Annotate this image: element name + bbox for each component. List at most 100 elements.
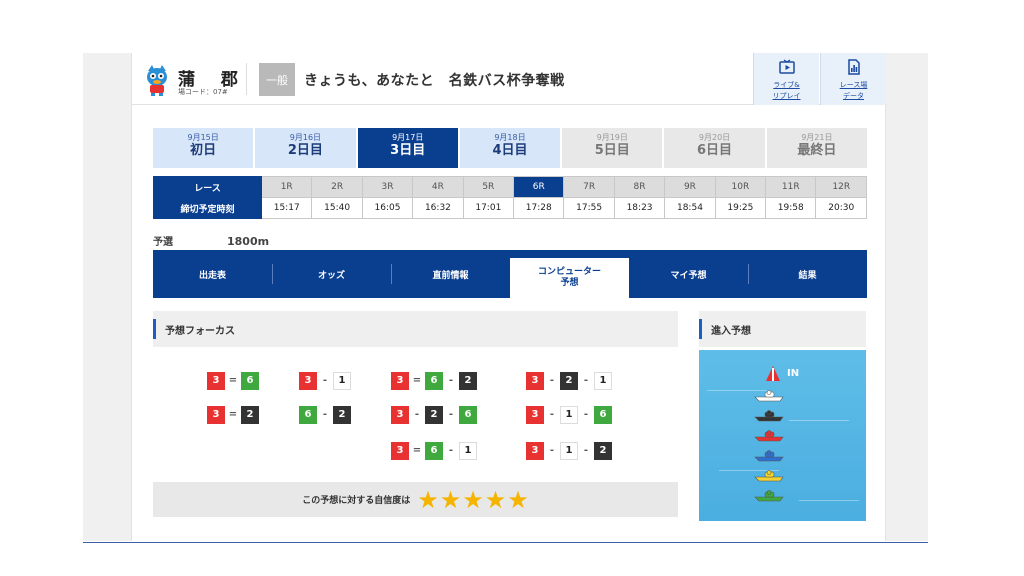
boat-number-badge: 3 bbox=[391, 441, 409, 460]
day-name: 最終日 bbox=[797, 143, 837, 158]
boat-number-badge: 3 bbox=[207, 371, 225, 390]
tab-my-prediction[interactable]: マイ予想 bbox=[629, 250, 748, 298]
order-separator: - bbox=[414, 409, 420, 420]
race-link-8r[interactable]: 8R bbox=[613, 176, 666, 198]
race-link-12r[interactable]: 12R bbox=[815, 176, 867, 198]
order-separator: - bbox=[583, 409, 589, 420]
confidence-stars: ★★★★★ bbox=[416, 488, 529, 512]
focus-combo: 3-2-1 bbox=[526, 371, 612, 390]
day-name: 2日目 bbox=[287, 143, 323, 158]
race-schedule-table: レース 1R 2R 3R 4R 5R 6R 7R 8R 9R 10R 11R 1… bbox=[153, 176, 867, 219]
boat-number-badge: 3 bbox=[299, 371, 317, 390]
screenshot-canvas: 蒲 郡 場コード：07# 一般 きょうも、あなたと 名鉄バス杯争奪戦 ライブ& … bbox=[0, 0, 1024, 576]
boat-1-icon bbox=[754, 390, 784, 402]
race-link-4r[interactable]: 4R bbox=[412, 176, 464, 198]
focus-combo: 3-1-2 bbox=[526, 441, 612, 460]
race-link-7r[interactable]: 7R bbox=[563, 176, 615, 198]
race-link-3r[interactable]: 3R bbox=[361, 176, 414, 198]
day-date: 9月19日 bbox=[596, 133, 628, 142]
focus-section-title: 予想フォーカス bbox=[153, 311, 678, 347]
race-link-2r[interactable]: 2R bbox=[311, 176, 363, 198]
deadline-time: 17:28 bbox=[513, 197, 565, 219]
day-name: 5日目 bbox=[594, 143, 630, 158]
boat-number-badge: 3 bbox=[526, 441, 544, 460]
day-tabs: 9月15日 初日 9月16日 2日目 9月17日 3日目 9月18日 4日目 9月19日… bbox=[153, 128, 867, 168]
confidence-bar: この予想に対する自信度は ★★★★★ bbox=[153, 482, 678, 517]
race-link-9r[interactable]: 9R bbox=[664, 176, 716, 198]
grade-badge: 一般 bbox=[259, 63, 295, 96]
order-separator: - bbox=[549, 445, 555, 456]
wave-line bbox=[789, 420, 849, 421]
focus-combo: 3 = 2 bbox=[207, 405, 259, 424]
boat-number-badge: 3 bbox=[526, 371, 544, 390]
header-divider bbox=[246, 63, 247, 95]
venue-data-button[interactable]: レース場 データ bbox=[820, 53, 886, 105]
deadline-time: 15:17 bbox=[260, 197, 313, 219]
day-tab-2[interactable]: 9月16日 2日目 bbox=[255, 128, 356, 168]
day-tab-4[interactable]: 9月18日 4日目 bbox=[459, 128, 561, 168]
focus-combo: 3-1 bbox=[299, 371, 351, 390]
focus-combo: 3 = 6 bbox=[207, 371, 259, 390]
race-nav-tabs: 出走表 オッズ 直前情報 コンピューター 予想 マイ予想 結果 bbox=[153, 250, 867, 298]
order-separator: - bbox=[448, 375, 454, 386]
race-type: 予選 bbox=[153, 237, 173, 248]
star-icon: ★ bbox=[507, 485, 529, 514]
boat-number-badge: 1 bbox=[560, 405, 578, 424]
deadline-time: 17:55 bbox=[563, 197, 615, 219]
race-link-11r[interactable]: 11R bbox=[765, 176, 817, 198]
live-replay-label-1: ライブ& bbox=[773, 81, 800, 89]
race-number-row: レース 1R 2R 3R 4R 5R 6R 7R 8R 9R 10R 11R 1… bbox=[153, 176, 867, 198]
deadline-time: 16:32 bbox=[412, 197, 464, 219]
tab-odds[interactable]: オッズ bbox=[272, 250, 391, 298]
focus-combo: 6-2 bbox=[299, 405, 351, 424]
boat-number-badge: 6 bbox=[459, 405, 477, 424]
race-distance: 1800m bbox=[227, 235, 270, 248]
day-tab-3[interactable]: 9月17日 3日目 bbox=[357, 128, 458, 168]
tab-label-line-1: コンピューター bbox=[537, 267, 601, 277]
day-name: 初日 bbox=[190, 143, 217, 158]
day-date: 9月20日 bbox=[698, 133, 731, 142]
order-separator: - bbox=[549, 409, 555, 420]
race-panel: 蒲 郡 場コード：07# 一般 きょうも、あなたと 名鉄バス杯争奪戦 ライブ& … bbox=[131, 53, 887, 541]
day-tab-7: 9月21日 最終日 bbox=[766, 128, 867, 168]
deadline-time: 18:54 bbox=[664, 197, 716, 219]
tab-results[interactable]: 結果 bbox=[748, 250, 867, 298]
mascot-icon bbox=[147, 65, 167, 96]
day-date: 9月21日 bbox=[801, 133, 833, 142]
race-header: 蒲 郡 場コード：07# 一般 きょうも、あなたと 名鉄バス杯争奪戦 ライブ& … bbox=[132, 53, 887, 105]
venue-data-label-2: データ bbox=[843, 92, 864, 100]
live-replay-button[interactable]: ライブ& リプレイ bbox=[753, 53, 819, 105]
boat-number-badge: 2 bbox=[594, 441, 612, 460]
order-separator: - bbox=[322, 375, 328, 386]
boat-number-badge: 1 bbox=[560, 441, 578, 460]
race-link-6r[interactable]: 6R bbox=[513, 176, 565, 198]
tab-entry-list[interactable]: 出走表 bbox=[153, 250, 272, 298]
tab-computer-prediction[interactable]: コンピューター 予想 bbox=[510, 258, 629, 298]
tab-label-line-2: 予想 bbox=[560, 278, 579, 288]
boat-4-icon bbox=[754, 450, 784, 462]
boat-number-badge: 1 bbox=[594, 371, 612, 390]
boat-number-badge: 3 bbox=[526, 405, 544, 424]
page-bottom-line bbox=[83, 542, 928, 543]
venue-code: 場コード：07# bbox=[178, 88, 228, 96]
venue-data-label-1: レース場 bbox=[839, 81, 868, 89]
race-link-1r[interactable]: 1R bbox=[260, 176, 313, 198]
boxed-separator: = bbox=[412, 445, 422, 456]
boat-number-badge: 1 bbox=[333, 371, 351, 390]
day-name: 6日目 bbox=[697, 143, 733, 158]
order-separator: - bbox=[322, 409, 328, 420]
day-tab-1[interactable]: 9月15日 初日 bbox=[153, 128, 254, 168]
race-link-5r[interactable]: 5R bbox=[462, 176, 515, 198]
tab-pre-race-info[interactable]: 直前情報 bbox=[391, 250, 510, 298]
boat-number-badge: 6 bbox=[299, 405, 317, 424]
race-link-10r[interactable]: 10R bbox=[714, 176, 767, 198]
focus-combo: 3-1-6 bbox=[526, 405, 612, 424]
focus-combo: 3 = 6-1 bbox=[391, 441, 477, 460]
boat-number-badge: 1 bbox=[459, 441, 477, 460]
day-name: 4日目 bbox=[492, 143, 528, 158]
live-replay-label-2: リプレイ bbox=[772, 92, 801, 100]
boat-number-badge: 6 bbox=[241, 371, 259, 390]
star-icon: ★ bbox=[439, 485, 462, 514]
entry-section-title: 進入予想 bbox=[699, 311, 866, 347]
deadline-time: 17:01 bbox=[462, 197, 515, 219]
